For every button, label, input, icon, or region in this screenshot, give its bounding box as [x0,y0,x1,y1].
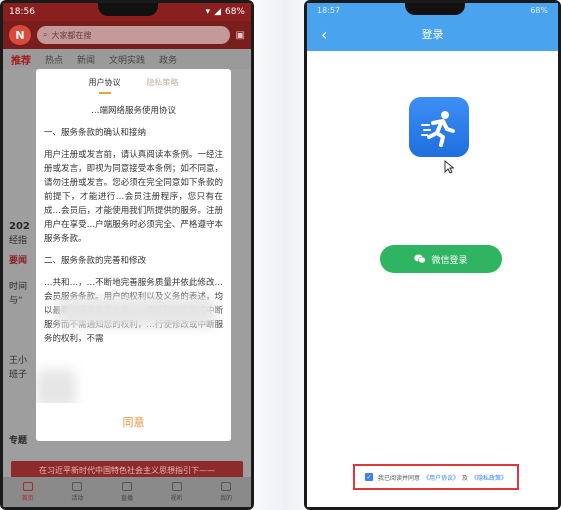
category-tabs: 推荐 热点 新闻 文明实践 政务 [3,49,251,69]
video-icon [171,482,182,491]
camera-notch [98,3,158,16]
home-icon [22,482,33,491]
search-bar[interactable]: ⌕ 大家都在搜 [37,26,230,44]
tab-user-agreement[interactable]: 用户协议 [89,77,121,94]
redaction-blur [56,297,216,327]
app-logo-runner-icon [409,97,469,157]
nav-video[interactable]: 视听 [171,482,183,502]
agreement-dialog: 用户协议 隐私策略 …端网络服务使用协议 一、服务条款的确认和接纳 用户注册或发… [36,69,231,441]
scan-icon[interactable]: ▣ [236,30,245,41]
section-heading: 二、服务条款的完善和修改 [44,256,147,266]
nav-label: 首页 [21,495,34,502]
nav-mine[interactable]: 我的 [220,482,232,502]
doc-title: …端网络服务使用协议 [90,106,176,116]
runner-icon [421,111,455,147]
activity-icon [72,482,83,491]
tab-government[interactable]: 政务 [159,53,177,66]
search-icon: ⌕ [43,30,48,39]
bottom-navigation: 首页 活动 直播 视听 我的 [3,477,251,507]
article-fragment: 王小 [9,356,28,366]
right-phone-frame: 18:57 68% ‹ 登录 微信登录 ✓ 我已阅读并同意 《用户协议》 及 《… [304,0,561,510]
wechat-login-label: 微信登录 [431,255,468,266]
battery-level: 68% [530,5,548,15]
section-heading: 一、服务条款的确认和接纳 [44,128,147,138]
section-label: 专题 [9,436,28,446]
dialog-tabs: 用户协议 隐私策略 [36,69,231,94]
mouse-pointer-icon [444,160,454,174]
nav-label: 直播 [120,495,133,502]
tab-hot[interactable]: 热点 [45,53,63,66]
nav-label: 活动 [71,495,84,502]
live-icon [121,482,132,491]
page-title: 登录 [421,28,444,41]
headline-fragment: 202 [9,221,30,232]
app-header: N ⌕ 大家都在搜 ▣ [3,21,251,49]
agreement-consent-row: ✓ 我已阅读并同意 《用户协议》 及 《隐私政策》 [353,464,519,490]
tab-recommend[interactable]: 推荐 [11,52,31,67]
app-logo: N [9,25,31,45]
wifi-icon: ▾ [205,7,211,17]
and-text: 及 [462,474,469,482]
signal-icon: ◢ [214,7,221,17]
paragraph: 用户注册或发言前，请认真阅读本条例。一经注册或发言，即视为同意接受本条例；如不同… [44,150,223,244]
article-fragment: 班子 [9,370,28,380]
status-time: 18:56 [9,7,35,17]
nav-label: 我的 [220,495,233,502]
wechat-login-button[interactable]: 微信登录 [380,245,502,273]
right-phone-screen: 18:57 68% ‹ 登录 微信登录 ✓ 我已阅读并同意 《用户协议》 及 《… [307,3,558,507]
article-fragment: 时间 [9,282,28,292]
tab-privacy-policy[interactable]: 隐私策略 [147,77,179,94]
nav-activity[interactable]: 活动 [71,482,83,502]
left-phone-screen: 18:56 ▾ ◢ 68% N ⌕ 大家都在搜 ▣ 推荐 热点 新闻 文明实践 … [3,3,251,507]
consent-checkbox[interactable]: ✓ [364,473,373,481]
wechat-icon [414,254,427,264]
headline-fragment: 经指 [9,236,28,246]
left-phone-frame: 18:56 ▾ ◢ 68% N ⌕ 大家都在搜 ▣ 推荐 热点 新闻 文明实践 … [0,0,254,510]
nav-label: 视听 [170,495,183,502]
camera-notch [405,3,465,15]
tab-news[interactable]: 新闻 [77,53,95,66]
article-fragment: 与“ [9,296,23,306]
profile-icon [221,482,232,491]
battery-level: 68% [224,7,245,17]
user-agreement-link[interactable]: 《用户协议》 [423,473,459,482]
privacy-policy-link[interactable]: 《隐私政策》 [471,473,507,482]
section-label: 要闻 [9,256,28,266]
consent-text: 我已阅读并同意 [377,474,420,482]
login-header: 18:57 68% ‹ 登录 [307,3,558,51]
back-arrow-icon[interactable]: ‹ [321,25,327,44]
title-bar: ‹ 登录 [307,17,558,51]
agree-button[interactable]: 同意 [36,403,231,441]
nav-home[interactable]: 首页 [22,482,34,502]
status-time: 18:57 [317,5,341,15]
nav-live[interactable]: 直播 [121,482,133,502]
tab-civilization[interactable]: 文明实践 [109,53,145,66]
search-placeholder: 大家都在搜 [51,30,92,40]
